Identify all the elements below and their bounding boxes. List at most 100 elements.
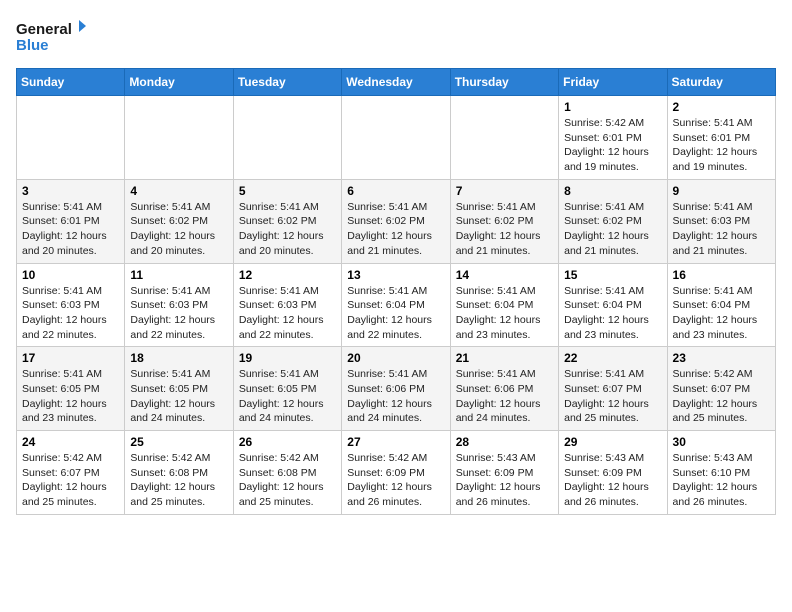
calendar-cell: 4 Sunrise: 5:41 AM Sunset: 6:02 PM Daylig…: [125, 179, 233, 263]
calendar-week-2: 3 Sunrise: 5:41 AM Sunset: 6:01 PM Daylig…: [17, 179, 776, 263]
day-number: 25: [130, 435, 227, 449]
day-number: 20: [347, 351, 444, 365]
day-info: Sunrise: 5:41 AM Sunset: 6:03 PM Dayligh…: [239, 284, 336, 343]
calendar-cell: [17, 96, 125, 180]
calendar-week-5: 24 Sunrise: 5:42 AM Sunset: 6:07 PM Dayli…: [17, 431, 776, 515]
weekday-header-tuesday: Tuesday: [233, 69, 341, 96]
calendar-cell: 7 Sunrise: 5:41 AM Sunset: 6:02 PM Daylig…: [450, 179, 558, 263]
day-info: Sunrise: 5:41 AM Sunset: 6:04 PM Dayligh…: [673, 284, 770, 343]
day-info: Sunrise: 5:41 AM Sunset: 6:01 PM Dayligh…: [22, 200, 119, 259]
day-info: Sunrise: 5:43 AM Sunset: 6:10 PM Dayligh…: [673, 451, 770, 510]
weekday-header-sunday: Sunday: [17, 69, 125, 96]
day-number: 28: [456, 435, 553, 449]
calendar-cell: 18 Sunrise: 5:41 AM Sunset: 6:05 PM Dayli…: [125, 347, 233, 431]
day-info: Sunrise: 5:42 AM Sunset: 6:09 PM Dayligh…: [347, 451, 444, 510]
calendar-cell: 14 Sunrise: 5:41 AM Sunset: 6:04 PM Dayli…: [450, 263, 558, 347]
day-info: Sunrise: 5:41 AM Sunset: 6:02 PM Dayligh…: [456, 200, 553, 259]
calendar-cell: 21 Sunrise: 5:41 AM Sunset: 6:06 PM Dayli…: [450, 347, 558, 431]
calendar-week-1: 1 Sunrise: 5:42 AM Sunset: 6:01 PM Daylig…: [17, 96, 776, 180]
day-info: Sunrise: 5:41 AM Sunset: 6:04 PM Dayligh…: [347, 284, 444, 343]
calendar-cell: 19 Sunrise: 5:41 AM Sunset: 6:05 PM Dayli…: [233, 347, 341, 431]
day-number: 6: [347, 184, 444, 198]
day-info: Sunrise: 5:43 AM Sunset: 6:09 PM Dayligh…: [456, 451, 553, 510]
day-info: Sunrise: 5:42 AM Sunset: 6:01 PM Dayligh…: [564, 116, 661, 175]
calendar-cell: 12 Sunrise: 5:41 AM Sunset: 6:03 PM Dayli…: [233, 263, 341, 347]
calendar-week-4: 17 Sunrise: 5:41 AM Sunset: 6:05 PM Dayli…: [17, 347, 776, 431]
day-info: Sunrise: 5:42 AM Sunset: 6:08 PM Dayligh…: [239, 451, 336, 510]
day-info: Sunrise: 5:41 AM Sunset: 6:05 PM Dayligh…: [239, 367, 336, 426]
calendar-cell: 25 Sunrise: 5:42 AM Sunset: 6:08 PM Dayli…: [125, 431, 233, 515]
logo: General Blue: [16, 16, 86, 58]
calendar-cell: 27 Sunrise: 5:42 AM Sunset: 6:09 PM Dayli…: [342, 431, 450, 515]
day-info: Sunrise: 5:41 AM Sunset: 6:05 PM Dayligh…: [22, 367, 119, 426]
day-info: Sunrise: 5:41 AM Sunset: 6:02 PM Dayligh…: [347, 200, 444, 259]
day-number: 21: [456, 351, 553, 365]
calendar-cell: 20 Sunrise: 5:41 AM Sunset: 6:06 PM Dayli…: [342, 347, 450, 431]
page-header: General Blue: [16, 16, 776, 58]
calendar-cell: 2Sunrise: 5:41 AM Sunset: 6:01 PM Daylig…: [667, 96, 775, 180]
day-number: 10: [22, 268, 119, 282]
day-number: 23: [673, 351, 770, 365]
day-number: 7: [456, 184, 553, 198]
day-info: Sunrise: 5:41 AM Sunset: 6:04 PM Dayligh…: [456, 284, 553, 343]
calendar-header-row: SundayMondayTuesdayWednesdayThursdayFrid…: [17, 69, 776, 96]
day-info: Sunrise: 5:41 AM Sunset: 6:01 PM Dayligh…: [673, 116, 770, 175]
weekday-header-saturday: Saturday: [667, 69, 775, 96]
calendar-cell: 6 Sunrise: 5:41 AM Sunset: 6:02 PM Daylig…: [342, 179, 450, 263]
calendar-cell: 24 Sunrise: 5:42 AM Sunset: 6:07 PM Dayli…: [17, 431, 125, 515]
day-number: 18: [130, 351, 227, 365]
day-info: Sunrise: 5:41 AM Sunset: 6:03 PM Dayligh…: [22, 284, 119, 343]
svg-text:General: General: [16, 21, 72, 38]
day-number: 26: [239, 435, 336, 449]
day-number: 1: [564, 100, 661, 114]
day-info: Sunrise: 5:42 AM Sunset: 6:07 PM Dayligh…: [673, 367, 770, 426]
svg-text:Blue: Blue: [16, 37, 49, 54]
day-number: 13: [347, 268, 444, 282]
calendar-cell: 15 Sunrise: 5:41 AM Sunset: 6:04 PM Dayli…: [559, 263, 667, 347]
calendar-cell: [125, 96, 233, 180]
day-info: Sunrise: 5:41 AM Sunset: 6:03 PM Dayligh…: [130, 284, 227, 343]
day-number: 30: [673, 435, 770, 449]
day-info: Sunrise: 5:41 AM Sunset: 6:05 PM Dayligh…: [130, 367, 227, 426]
calendar-week-3: 10 Sunrise: 5:41 AM Sunset: 6:03 PM Dayli…: [17, 263, 776, 347]
day-number: 27: [347, 435, 444, 449]
day-number: 4: [130, 184, 227, 198]
day-info: Sunrise: 5:42 AM Sunset: 6:08 PM Dayligh…: [130, 451, 227, 510]
calendar-cell: 11 Sunrise: 5:41 AM Sunset: 6:03 PM Dayli…: [125, 263, 233, 347]
day-info: Sunrise: 5:43 AM Sunset: 6:09 PM Dayligh…: [564, 451, 661, 510]
calendar-cell: 3 Sunrise: 5:41 AM Sunset: 6:01 PM Daylig…: [17, 179, 125, 263]
calendar-cell: [342, 96, 450, 180]
day-info: Sunrise: 5:41 AM Sunset: 6:06 PM Dayligh…: [347, 367, 444, 426]
day-number: 15: [564, 268, 661, 282]
day-number: 22: [564, 351, 661, 365]
calendar-cell: [233, 96, 341, 180]
day-info: Sunrise: 5:41 AM Sunset: 6:06 PM Dayligh…: [456, 367, 553, 426]
calendar-cell: 1 Sunrise: 5:42 AM Sunset: 6:01 PM Daylig…: [559, 96, 667, 180]
day-number: 19: [239, 351, 336, 365]
day-number: 9: [673, 184, 770, 198]
day-number: 16: [673, 268, 770, 282]
day-info: Sunrise: 5:41 AM Sunset: 6:02 PM Dayligh…: [564, 200, 661, 259]
day-number: 12: [239, 268, 336, 282]
day-number: 14: [456, 268, 553, 282]
day-info: Sunrise: 5:41 AM Sunset: 6:07 PM Dayligh…: [564, 367, 661, 426]
calendar-cell: 26 Sunrise: 5:42 AM Sunset: 6:08 PM Dayli…: [233, 431, 341, 515]
calendar-cell: 9Sunrise: 5:41 AM Sunset: 6:03 PM Daylig…: [667, 179, 775, 263]
day-info: Sunrise: 5:41 AM Sunset: 6:04 PM Dayligh…: [564, 284, 661, 343]
weekday-header-friday: Friday: [559, 69, 667, 96]
calendar-cell: 17 Sunrise: 5:41 AM Sunset: 6:05 PM Dayli…: [17, 347, 125, 431]
calendar-cell: 30 Sunrise: 5:43 AM Sunset: 6:10 PM Dayli…: [667, 431, 775, 515]
day-number: 17: [22, 351, 119, 365]
calendar-cell: 28 Sunrise: 5:43 AM Sunset: 6:09 PM Dayli…: [450, 431, 558, 515]
calendar-cell: 13 Sunrise: 5:41 AM Sunset: 6:04 PM Dayli…: [342, 263, 450, 347]
calendar-cell: 10 Sunrise: 5:41 AM Sunset: 6:03 PM Dayli…: [17, 263, 125, 347]
weekday-header-thursday: Thursday: [450, 69, 558, 96]
calendar-cell: 16 Sunrise: 5:41 AM Sunset: 6:04 PM Dayli…: [667, 263, 775, 347]
day-info: Sunrise: 5:41 AM Sunset: 6:02 PM Dayligh…: [130, 200, 227, 259]
day-number: 24: [22, 435, 119, 449]
calendar-cell: 5Sunrise: 5:41 AM Sunset: 6:02 PM Daylig…: [233, 179, 341, 263]
day-info: Sunrise: 5:42 AM Sunset: 6:07 PM Dayligh…: [22, 451, 119, 510]
weekday-header-monday: Monday: [125, 69, 233, 96]
day-number: 3: [22, 184, 119, 198]
day-number: 11: [130, 268, 227, 282]
